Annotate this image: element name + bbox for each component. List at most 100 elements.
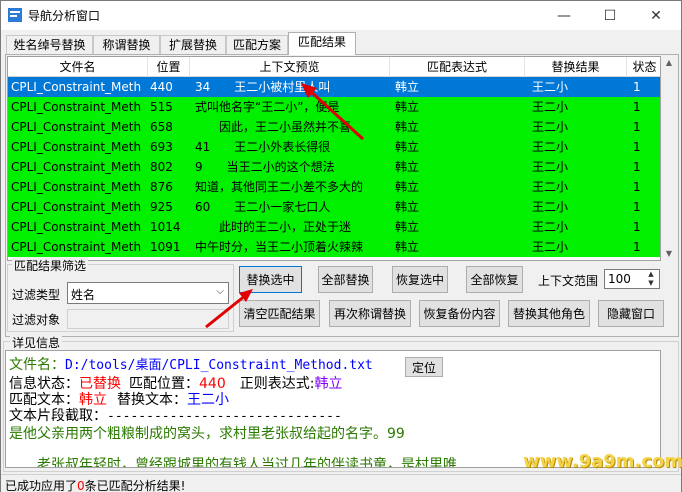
results-table[interactable]: 文件名 位置 上下文预览 匹配表达式 替换结果 状态 CPLI_Constrai… <box>7 56 661 261</box>
cell-status: 1 <box>633 120 641 134</box>
detail-match-value: 韩立 <box>79 392 107 408</box>
filter-type-value: 姓名 <box>71 288 96 302</box>
filter-object-label: 过滤对象 <box>12 313 61 327</box>
cell-expression: 韩立 <box>395 180 420 194</box>
cell-result: 王二小 <box>532 120 569 134</box>
cell-file: CPLI_Constraint_Meth <box>11 200 142 214</box>
cell-position: 802 <box>150 160 173 174</box>
cell-position: 1014 <box>150 220 181 234</box>
table-row[interactable]: CPLI_Constraint_Meth 1014 此时的王二小，正处于迷 韩立 王二… <box>8 217 660 237</box>
minimize-icon: — <box>557 7 571 24</box>
cell-file: CPLI_Constraint_Meth <box>11 240 142 254</box>
context-range-spinner[interactable]: 100 ▲ ▼ <box>604 269 660 289</box>
cell-result: 王二小 <box>532 80 569 94</box>
col-header-result[interactable]: 替换结果 <box>525 57 627 77</box>
replace-all-button[interactable]: 全部替换 <box>318 266 373 293</box>
close-button[interactable]: ✕ <box>633 1 679 30</box>
tab-extended-replace[interactable]: 扩展替换 <box>160 35 226 55</box>
table-row[interactable]: CPLI_Constraint_Meth 693 41 王二小外表长得很 韩立 王二小 1 <box>8 137 660 157</box>
table-row[interactable]: CPLI_Constraint_Meth 876 知道，其他同王二小差不多大的 韩立 王… <box>8 177 660 197</box>
rereplace-titles-button[interactable]: 再次称谓替换 <box>329 300 411 327</box>
cell-status: 1 <box>633 160 641 174</box>
scroll-up-icon[interactable]: ▲ <box>662 56 676 70</box>
restore-backup-button[interactable]: 恢复备份内容 <box>419 300 500 327</box>
cell-preview: 知道，其他同王二小差不多大的 <box>195 180 364 194</box>
detail-regex-label: 正则表达式: <box>239 376 315 392</box>
cell-file: CPLI_Constraint_Meth <box>11 140 142 154</box>
cell-expression: 韩立 <box>395 140 420 154</box>
table-header: 文件名 位置 上下文预览 匹配表达式 替换结果 状态 <box>8 57 660 77</box>
cell-expression: 韩立 <box>395 220 420 234</box>
detail-file-line: 文件名：D:/tools/桌面/CPLI_Constraint_Method.t… <box>9 357 373 374</box>
cell-preview: 此时的王二小，正处于迷 <box>195 220 352 234</box>
scroll-down-icon[interactable]: ▼ <box>662 247 676 261</box>
detail-snippet-label: 文本片段截取： <box>9 408 107 424</box>
replace-selected-button[interactable]: 替换选中 <box>239 266 302 293</box>
tab-name-nickname[interactable]: 姓名绰号替换 <box>6 35 93 55</box>
restore-all-button[interactable]: 全部恢复 <box>466 266 523 293</box>
cell-position: 658 <box>150 120 173 134</box>
cell-file: CPLI_Constraint_Meth <box>11 160 142 174</box>
detail-match-label: 匹配文本： <box>9 392 79 408</box>
locate-button[interactable]: 定位 <box>405 357 443 377</box>
cell-position: 876 <box>150 180 173 194</box>
filter-type-select[interactable]: 姓名 ⌵ <box>67 282 229 304</box>
cell-file: CPLI_Constraint_Meth <box>11 220 142 234</box>
hide-window-button[interactable]: 隐藏窗口 <box>598 300 664 327</box>
tab-match-scheme[interactable]: 匹配方案 <box>226 35 288 55</box>
cell-position: 925 <box>150 200 173 214</box>
filter-type-label: 过滤类型 <box>12 288 61 302</box>
filter-object-field <box>67 309 229 329</box>
col-header-expression[interactable]: 匹配表达式 <box>390 57 525 77</box>
detail-pos-label: 匹配位置： <box>129 376 199 392</box>
detail-file-path: D:/tools/桌面/CPLI_Constraint_Method.txt <box>65 358 373 373</box>
detail-snippet-rule: ------------------------------ <box>107 409 342 424</box>
cell-position: 693 <box>150 140 173 154</box>
table-row[interactable]: CPLI_Constraint_Meth 440 34 王二小被村里人叫 韩立 王二小 1 <box>8 77 660 97</box>
table-row[interactable]: CPLI_Constraint_Meth 1091 中午时分，当王二小顶着火辣辣 韩立… <box>8 237 660 257</box>
tab-match-results[interactable]: 匹配结果 <box>288 32 356 55</box>
tab-title-replace[interactable]: 称谓替换 <box>93 35 160 55</box>
cell-status: 1 <box>633 80 641 94</box>
maximize-button[interactable]: ☐ <box>587 1 633 30</box>
cell-expression: 韩立 <box>395 160 420 174</box>
cell-file: CPLI_Constraint_Meth <box>11 120 142 134</box>
table-row[interactable]: CPLI_Constraint_Meth 658 因此，王二小虽然并不喜 韩立 王二小… <box>8 117 660 137</box>
clear-results-button[interactable]: 清空匹配结果 <box>239 300 320 327</box>
col-header-position[interactable]: 位置 <box>148 57 190 77</box>
spin-up-icon[interactable]: ▲ <box>644 270 658 279</box>
col-header-preview[interactable]: 上下文预览 <box>190 57 390 77</box>
watermark-logo: www.9a9m.com <box>523 451 682 472</box>
status-bar: 已成功应用了0条已匹配分析结果! <box>1 474 681 492</box>
cell-result: 王二小 <box>532 220 569 234</box>
detail-pos-value: 440 <box>199 376 226 392</box>
cell-status: 1 <box>633 180 641 194</box>
cell-preview: 34 王二小被村里人叫 <box>195 80 331 94</box>
filter-group-title: 匹配结果筛选 <box>12 257 89 274</box>
restore-selected-button[interactable]: 恢复选中 <box>392 266 448 293</box>
cell-status: 1 <box>633 220 641 234</box>
chevron-down-icon: ⌵ <box>216 286 224 297</box>
cell-result: 王二小 <box>532 200 569 214</box>
minimize-button[interactable]: — <box>541 1 587 30</box>
cell-expression: 韩立 <box>395 200 420 214</box>
context-range-label: 上下文范围 <box>538 274 599 288</box>
spin-down-icon[interactable]: ▼ <box>644 279 658 288</box>
detail-status-line: 信息状态：已替换 匹配位置：440 正则表达式:韩立 <box>9 376 342 392</box>
cell-result: 王二小 <box>532 180 569 194</box>
col-header-status[interactable]: 状态 <box>627 57 660 77</box>
table-row[interactable]: CPLI_Constraint_Meth 925 60 王二小一家七口人 韩立 王二小 1 <box>8 197 660 217</box>
cell-file: CPLI_Constraint_Meth <box>11 100 142 114</box>
cell-expression: 韩立 <box>395 80 420 94</box>
table-row[interactable]: CPLI_Constraint_Meth 515 式叫他名字“王二小”，便是 韩立 王二… <box>8 97 660 117</box>
title-bar[interactable]: 导航分析窗口 — ☐ ✕ <box>1 1 681 30</box>
replace-other-role-button[interactable]: 替换其他角色 <box>508 300 590 327</box>
cell-status: 1 <box>633 200 641 214</box>
col-header-file[interactable]: 文件名 <box>8 57 148 77</box>
table-row[interactable]: CPLI_Constraint_Meth 802 9 当王二小的这个想法 韩立 王二小 1 <box>8 157 660 177</box>
window-title: 导航分析窗口 <box>28 9 101 23</box>
detail-status-label: 信息状态： <box>9 376 79 392</box>
table-scrollbar[interactable]: ▲ ▼ <box>662 56 676 261</box>
cell-result: 王二小 <box>532 100 569 114</box>
detail-snippet-text-2: 老张叔年轻时，曾经跟城里的有钱人当过几年的伴读书童，是村里唯 <box>9 457 457 468</box>
